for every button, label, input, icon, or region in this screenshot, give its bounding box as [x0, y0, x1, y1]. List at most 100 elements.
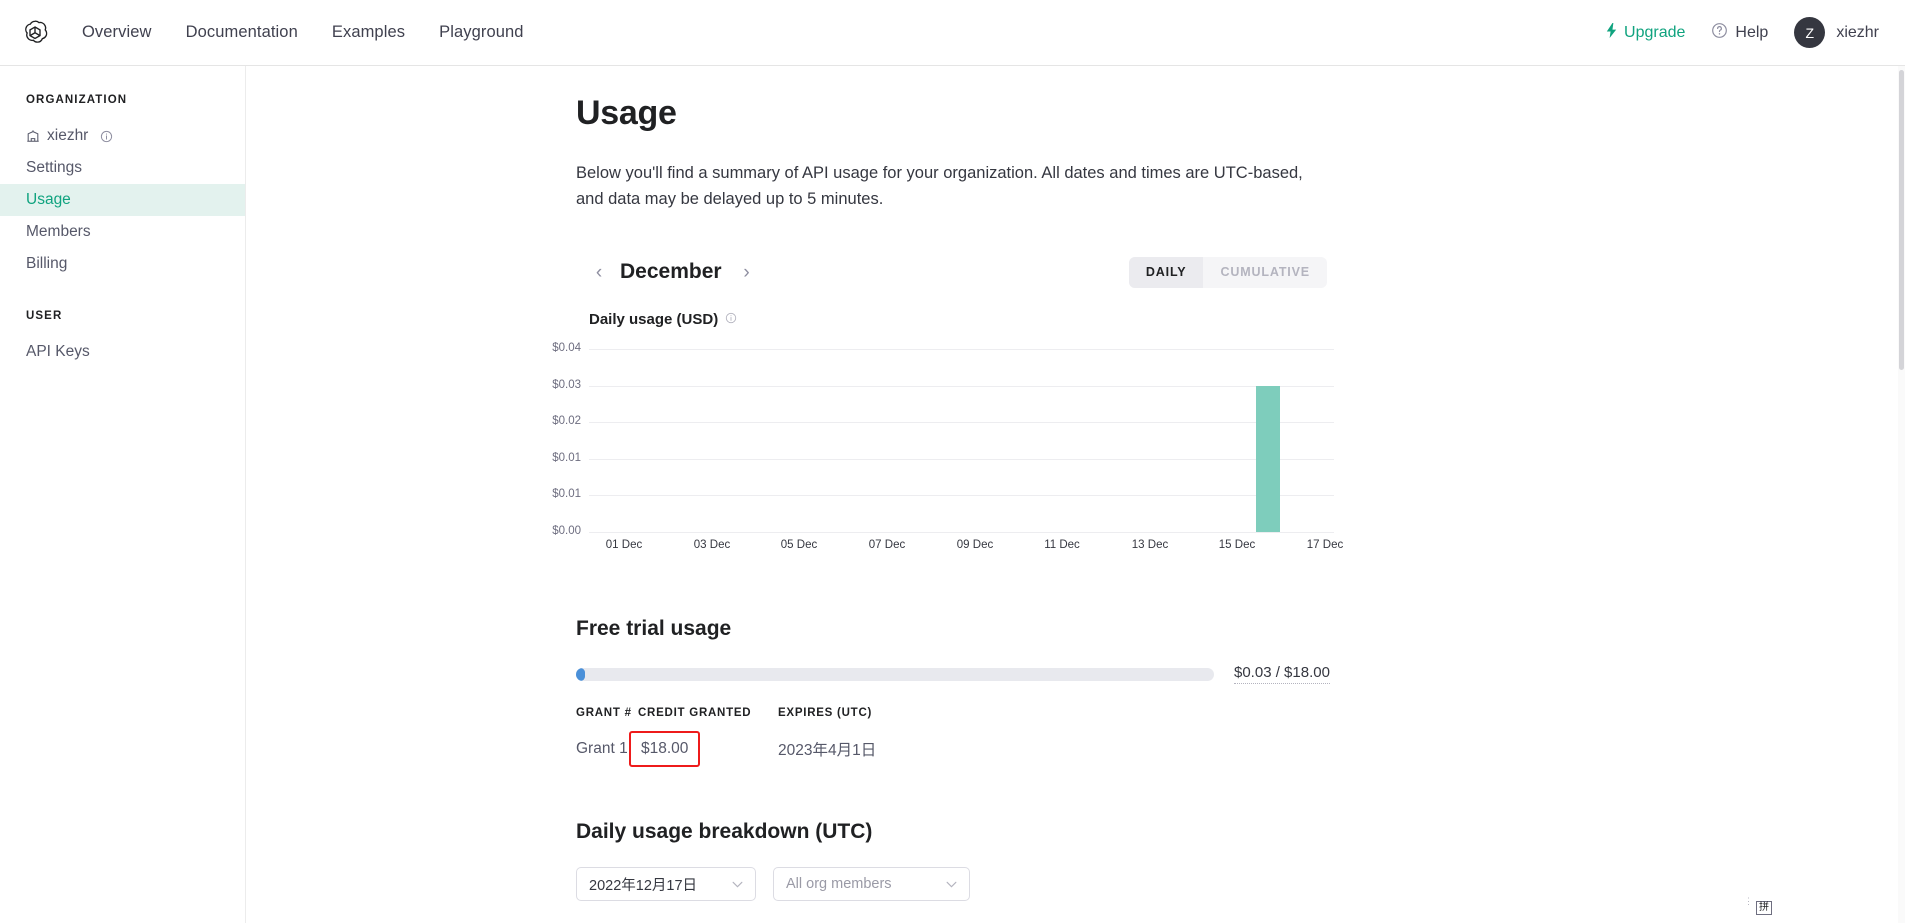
chart-y-tick-label: $0.00 [537, 525, 589, 537]
chart-gridline [589, 495, 1334, 496]
nav-link-playground[interactable]: Playground [439, 23, 523, 42]
breakdown-filters: 2022年12月17日 All org members [576, 867, 1336, 901]
user-menu[interactable]: Z xiezhr [1794, 17, 1879, 48]
sidebar-item-members[interactable]: Members [0, 216, 245, 248]
sidebar-item-org-name[interactable]: xiezhr [0, 120, 245, 152]
free-trial-title: Free trial usage [576, 617, 1336, 641]
upgrade-button[interactable]: Upgrade [1605, 23, 1685, 43]
chart-x-tick-label: 09 Dec [957, 539, 993, 551]
chart-x-tick-label: 13 Dec [1132, 539, 1168, 551]
progress-fill [576, 668, 585, 681]
chart-x-tick-label: 07 Dec [869, 539, 905, 551]
question-circle-icon [1711, 22, 1728, 44]
nav-right-group: Upgrade Help Z xiezhr [1605, 17, 1879, 48]
chart-title-row: Daily usage (USD) [589, 311, 1336, 328]
info-circle-icon[interactable] [725, 311, 737, 328]
nav-link-examples[interactable]: Examples [332, 23, 405, 42]
lightning-bolt-icon [1605, 23, 1618, 43]
column-header-grant: GRANT # [576, 707, 638, 719]
chevron-right-icon[interactable]: › [736, 261, 758, 283]
sidebar-divider-gap [0, 280, 245, 310]
sidebar-item-usage[interactable]: Usage [0, 184, 245, 216]
nav-link-overview[interactable]: Overview [82, 23, 152, 42]
chevron-down-icon [732, 877, 743, 891]
usage-chart: Daily usage (USD) $0.04$0.03$0.02$0.01$0… [576, 311, 1336, 558]
main-nav-links: Overview Documentation Examples Playgrou… [82, 23, 524, 42]
chart-y-tick-label: $0.04 [537, 342, 589, 354]
main-content: Usage Below you'll find a summary of API… [246, 66, 1905, 923]
sidebar-item-api-keys[interactable]: API Keys [0, 336, 245, 368]
ime-drag-handle[interactable]: ⋮ [1744, 898, 1753, 904]
column-header-credit: CREDIT GRANTED [638, 707, 778, 719]
sidebar: ORGANIZATION xiezhr Settings Usage Membe… [0, 66, 246, 923]
scrollbar-thumb[interactable] [1899, 70, 1904, 370]
sidebar-section-organization: ORGANIZATION [0, 94, 245, 106]
ime-indicator[interactable]: 拼 [1756, 901, 1772, 915]
sidebar-item-label: Settings [26, 159, 82, 177]
chevron-down-icon [946, 877, 957, 891]
chart-gridline [589, 349, 1334, 350]
chart-x-tick-label: 05 Dec [781, 539, 817, 551]
sidebar-item-billing[interactable]: Billing [0, 248, 245, 280]
member-select[interactable]: All org members [773, 867, 970, 901]
chart-x-axis: 01 Dec 03 Dec 05 Dec 07 Dec 09 Dec 11 Dec 13 D… [602, 532, 1347, 558]
info-circle-icon[interactable] [100, 130, 113, 143]
openai-logo-icon[interactable] [18, 16, 52, 50]
chart-x-tick-label: 17 Dec [1307, 539, 1343, 551]
upgrade-label: Upgrade [1624, 24, 1685, 42]
usage-view-toggle: DAILY CUMULATIVE [1129, 257, 1327, 288]
progress-track [576, 668, 1214, 681]
breakdown-title: Daily usage breakdown (UTC) [576, 820, 1336, 844]
sidebar-item-label: Usage [26, 191, 71, 209]
toggle-daily[interactable]: DAILY [1129, 257, 1204, 288]
chart-x-tick-label: 11 Dec [1044, 539, 1080, 551]
cell-credit-wrap: $18.00 [638, 731, 778, 767]
date-select[interactable]: 2022年12月17日 [576, 867, 756, 901]
chart-gridline [589, 422, 1334, 423]
column-header-expires: EXPIRES (UTC) [778, 707, 978, 719]
help-label: Help [1735, 24, 1768, 42]
chart-title: Daily usage (USD) [589, 311, 718, 328]
cell-expires: 2023年4月1日 [778, 738, 978, 760]
sidebar-item-label: API Keys [26, 343, 90, 361]
chart-y-tick-label: $0.03 [537, 379, 589, 391]
chart-y-tick-label: $0.02 [537, 415, 589, 427]
free-trial-amount: $0.03 / $18.00 [1234, 664, 1330, 684]
page-title: Usage [576, 94, 1336, 133]
sidebar-section-user: USER [0, 310, 245, 322]
free-trial-progress-row: $0.03 / $18.00 [576, 664, 1336, 684]
date-select-value: 2022年12月17日 [589, 874, 697, 895]
user-name-label: xiezhr [1836, 24, 1879, 42]
toggle-cumulative[interactable]: CUMULATIVE [1203, 257, 1327, 288]
cell-credit: $18.00 [641, 740, 688, 757]
grant-table-header: GRANT # CREDIT GRANTED EXPIRES (UTC) [576, 707, 1336, 719]
table-row: Grant 1 $18.00 2023年4月1日 [576, 731, 1336, 767]
chart-x-tick-label: 01 Dec [606, 539, 642, 551]
chart-gridline [589, 386, 1334, 387]
chart-x-tick-label: 15 Dec [1219, 539, 1255, 551]
help-button[interactable]: Help [1711, 22, 1768, 44]
daily-breakdown-section: Daily usage breakdown (UTC) 2022年12月17日 … [576, 820, 1336, 923]
free-trial-section: Free trial usage $0.03 / $18.00 GRANT # … [576, 617, 1336, 767]
sidebar-item-settings[interactable]: Settings [0, 152, 245, 184]
chart-x-tick-label: 03 Dec [694, 539, 730, 551]
chart-gridline [589, 459, 1334, 460]
highlight-box-credit: $18.00 [629, 731, 700, 767]
avatar: Z [1794, 17, 1825, 48]
sidebar-item-label: Billing [26, 255, 67, 273]
chart-bar[interactable] [1256, 386, 1280, 532]
page-description: Below you'll find a summary of API usage… [576, 160, 1318, 212]
top-navigation-bar: Overview Documentation Examples Playgrou… [0, 0, 1905, 66]
nav-link-documentation[interactable]: Documentation [186, 23, 298, 42]
sidebar-item-label: xiezhr [47, 127, 88, 145]
current-month-label: December [620, 260, 722, 284]
chart-plot-area: $0.04$0.03$0.02$0.01$0.01$0.00 [589, 349, 1334, 532]
sidebar-item-label: Members [26, 223, 91, 241]
chevron-left-icon[interactable]: ‹ [588, 261, 610, 283]
building-icon [26, 129, 40, 143]
chart-y-tick-label: $0.01 [537, 452, 589, 464]
grant-table: GRANT # CREDIT GRANTED EXPIRES (UTC) Gra… [576, 707, 1336, 767]
member-select-value: All org members [786, 876, 892, 892]
month-navigation: ‹ December › DAILY CUMULATIVE [576, 255, 1336, 289]
chart-y-tick-label: $0.01 [537, 488, 589, 500]
